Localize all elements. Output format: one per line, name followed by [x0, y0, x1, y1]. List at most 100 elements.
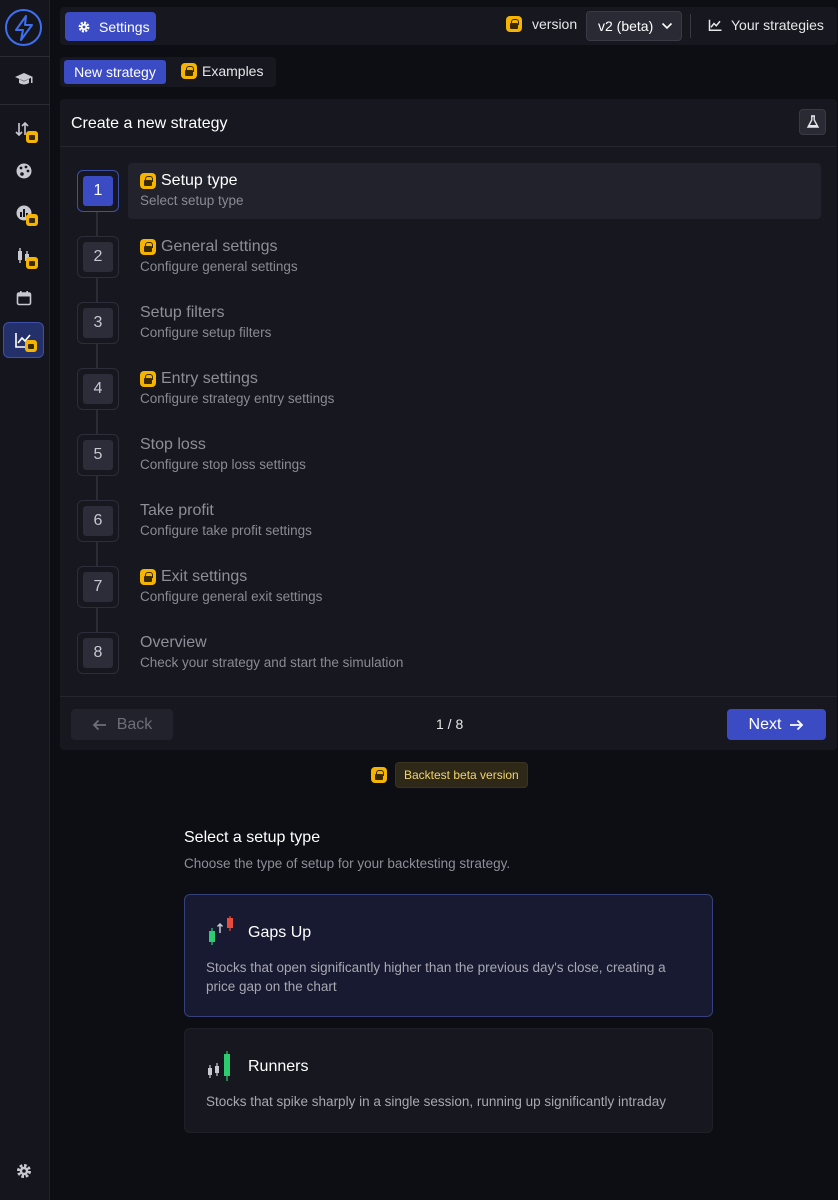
step-title: Setup filters — [140, 304, 224, 322]
step-5[interactable]: 5 Stop loss Configure stop loss settings — [76, 427, 821, 483]
next-label: Next — [748, 715, 782, 733]
version-text: version — [532, 16, 578, 32]
step-title: Overview — [140, 634, 207, 652]
step-7[interactable]: 7 Exit settings Configure general exit s… — [76, 559, 821, 615]
version-value: v2 (beta) — [598, 18, 654, 34]
setup-card-gaps-up[interactable]: Gaps Up Stocks that open significantly h… — [184, 894, 713, 1017]
setup-card-runners[interactable]: Runners Stocks that spike sharply in a s… — [184, 1028, 713, 1133]
gap-up-icon — [206, 915, 236, 952]
sidebar-item-palette[interactable] — [3, 153, 44, 189]
sidebar-item-charts[interactable] — [3, 238, 44, 274]
beta-notice: Backtest beta version — [371, 762, 528, 788]
step-number: 8 — [77, 632, 119, 674]
lock-icon — [371, 767, 387, 783]
arrow-left-icon — [92, 719, 106, 730]
step-title: Setup type — [140, 172, 238, 190]
step-number: 4 — [77, 368, 119, 410]
step-number: 5 — [77, 434, 119, 476]
calendar-icon — [16, 291, 31, 306]
back-label: Back — [116, 715, 153, 733]
step-2[interactable]: 2 General settings Configure general set… — [76, 229, 821, 285]
card-title: Runners — [248, 1058, 309, 1075]
panel-title: Create a new strategy — [71, 115, 228, 132]
lock-icon — [506, 16, 522, 32]
step-number: 2 — [77, 236, 119, 278]
setup-subtitle: Choose the type of setup for your backte… — [184, 856, 511, 871]
card-description: Stocks that open significantly higher th… — [206, 960, 666, 994]
divider — [60, 696, 837, 697]
runner-candles-icon — [206, 1050, 236, 1087]
step-number-text: 6 — [83, 506, 113, 536]
step-number: 6 — [77, 500, 119, 542]
step-subtitle: Configure general settings — [140, 259, 298, 274]
step-4[interactable]: 4 Entry settings Configure strategy entr… — [76, 361, 821, 417]
lock-icon — [26, 131, 38, 143]
tab-examples-label: Examples — [202, 63, 264, 79]
step-title-text: Stop loss — [140, 436, 206, 453]
card-description: Stocks that spike sharply in a single se… — [206, 1094, 666, 1109]
lock-icon — [26, 214, 38, 226]
flask-button[interactable] — [799, 109, 826, 135]
line-chart-icon — [708, 19, 722, 31]
version-label: version — [506, 16, 577, 32]
top-bar: Settings version v2 (beta) Your strategi… — [60, 7, 837, 45]
lock-icon — [181, 63, 197, 79]
gear-icon[interactable] — [15, 1162, 33, 1185]
step-title-text: Entry settings — [161, 370, 258, 387]
your-strategies-link[interactable]: Your strategies — [708, 17, 824, 33]
graduation-cap-icon[interactable] — [3, 62, 44, 98]
lock-icon — [140, 371, 156, 387]
card-title: Gaps Up — [248, 924, 312, 941]
lock-icon — [140, 239, 156, 255]
step-title: Entry settings — [140, 370, 258, 388]
settings-button[interactable]: Settings — [65, 12, 156, 41]
sidebar-divider — [0, 104, 50, 105]
your-strategies-label: Your strategies — [731, 17, 824, 33]
lock-icon — [25, 340, 37, 352]
step-title-text: General settings — [161, 238, 278, 255]
step-number-text: 8 — [83, 638, 113, 668]
beta-badge: Backtest beta version — [395, 762, 528, 788]
sidebar-item-scanner[interactable] — [3, 112, 44, 148]
sidebar-item-backtest[interactable] — [3, 322, 44, 358]
step-number-text: 2 — [83, 242, 113, 272]
step-title: Take profit — [140, 502, 214, 520]
lock-icon — [26, 257, 38, 269]
step-6[interactable]: 6 Take profit Configure take profit sett… — [76, 493, 821, 549]
step-8[interactable]: 8 Overview Check your strategy and start… — [76, 625, 821, 681]
step-subtitle: Configure general exit settings — [140, 589, 323, 604]
step-title: Exit settings — [140, 568, 247, 586]
sidebar-item-calendar[interactable] — [3, 280, 44, 316]
sidebar — [0, 0, 50, 1200]
sidebar-item-analytics[interactable] — [3, 195, 44, 231]
step-3[interactable]: 3 Setup filters Configure setup filters — [76, 295, 821, 351]
step-title-text: Take profit — [140, 502, 214, 519]
step-number: 3 — [77, 302, 119, 344]
step-number-text: 5 — [83, 440, 113, 470]
step-1[interactable]: 1 Setup type Select setup type — [76, 163, 821, 219]
step-subtitle: Configure stop loss settings — [140, 457, 306, 472]
tab-examples[interactable]: Examples — [181, 63, 263, 79]
version-select[interactable]: v2 (beta) — [586, 11, 682, 41]
arrow-right-icon — [790, 719, 804, 730]
gear-icon — [78, 21, 90, 32]
lock-icon — [140, 569, 156, 585]
tab-new-strategy[interactable]: New strategy — [64, 60, 166, 84]
back-button[interactable]: Back — [71, 709, 173, 740]
logo-icon[interactable] — [5, 9, 42, 46]
step-title-text: Setup type — [161, 172, 238, 189]
create-strategy-panel: Create a new strategy 1 Setup type Selec… — [60, 99, 837, 750]
page-indicator: 1 / 8 — [436, 716, 464, 732]
step-number-text: 4 — [83, 374, 113, 404]
divider — [690, 14, 691, 38]
step-number-text: 3 — [83, 308, 113, 338]
settings-label: Settings — [99, 18, 150, 35]
step-number: 7 — [77, 566, 119, 608]
step-number: 1 — [77, 170, 119, 212]
step-title: General settings — [140, 238, 278, 256]
step-subtitle: Configure setup filters — [140, 325, 272, 340]
next-button[interactable]: Next — [727, 709, 826, 740]
step-title-text: Setup filters — [140, 304, 225, 321]
step-title: Stop loss — [140, 436, 206, 454]
step-title-text: Exit settings — [161, 568, 248, 585]
